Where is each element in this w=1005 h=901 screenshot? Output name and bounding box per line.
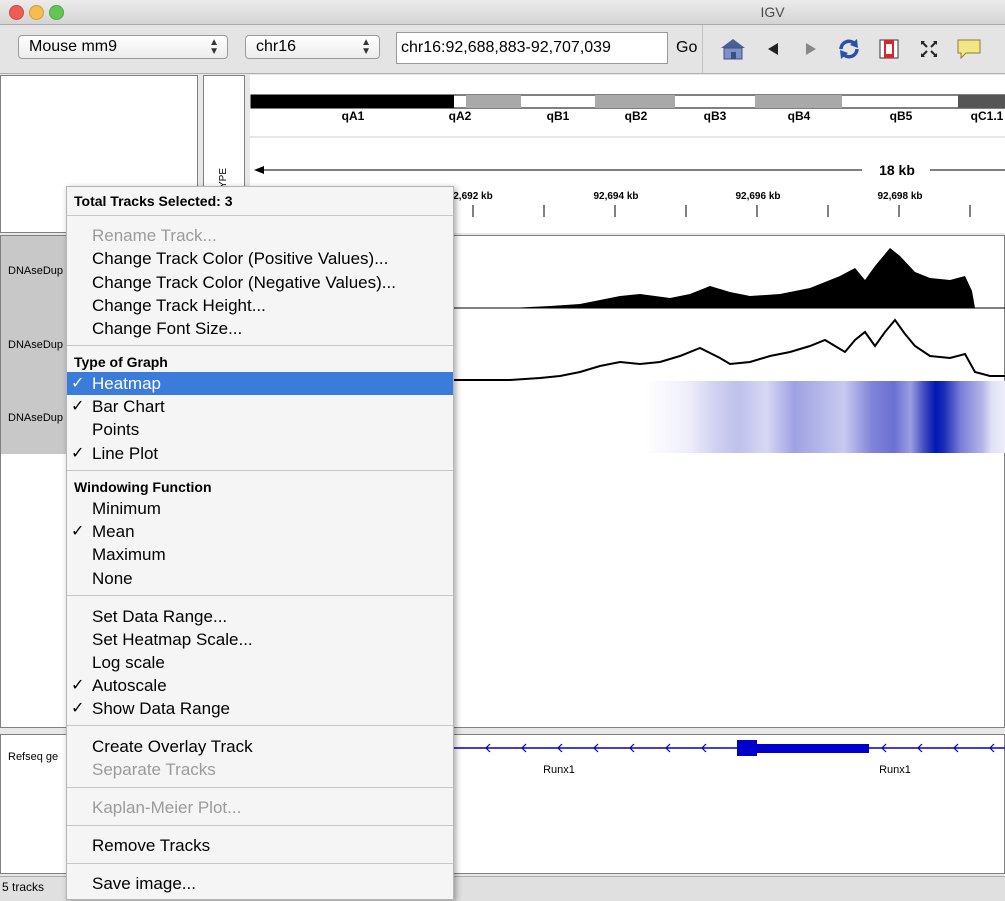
- cytoband-label-qb1: qB1: [547, 109, 570, 123]
- toolbar: Mouse mm9 ▲ ▼ chr16 ▲ ▼ chr16:92,688,883-9…: [0, 25, 1005, 74]
- resize-to-window-icon[interactable]: [916, 37, 942, 61]
- menu-separator: [67, 215, 453, 216]
- gene-utr: [757, 744, 869, 753]
- track-context-menu: Total Tracks Selected: 3 Rename Track...…: [66, 186, 454, 900]
- menu-separator: [67, 787, 453, 788]
- home-icon[interactable]: [720, 37, 746, 61]
- heatmap-track: [450, 381, 1005, 453]
- cytoband-label-qa1: qA1: [342, 109, 365, 123]
- separate-tracks-item: Separate Tracks: [92, 760, 216, 779]
- gene-label-1: Runx1: [543, 764, 575, 776]
- window-title: IGV: [760, 4, 785, 20]
- ruler-tick-label: 92,698 kb: [877, 191, 922, 202]
- popup-text-icon[interactable]: [956, 37, 982, 61]
- cytoband-label-qc1.1: qC1.1: [971, 109, 1004, 123]
- change-font-size-item[interactable]: Change Font Size...: [67, 317, 453, 340]
- refresh-icon[interactable]: [836, 37, 862, 61]
- menu-separator: [67, 345, 453, 346]
- title-bar: IGV: [0, 0, 1005, 25]
- line-plot-label: Line Plot: [92, 444, 159, 463]
- autoscale-item[interactable]: ✓ Autoscale: [67, 674, 453, 697]
- cytoband-label-qb4: qB4: [788, 109, 811, 123]
- create-overlay-track-item[interactable]: Create Overlay Track: [67, 735, 453, 758]
- maximum-item[interactable]: Maximum: [67, 543, 453, 566]
- heatmap-item[interactable]: ✓ Heatmap: [67, 372, 453, 395]
- check-icon: ✓: [71, 375, 85, 392]
- check-icon: ✓: [71, 677, 85, 694]
- genome-value: Mouse mm9: [29, 38, 118, 55]
- menu-separator: [67, 825, 453, 826]
- none-item[interactable]: None: [67, 567, 453, 590]
- track-count: 5 tracks: [2, 880, 45, 894]
- cytoband-qB2: [595, 95, 675, 108]
- back-icon[interactable]: [760, 37, 786, 61]
- check-icon: ✓: [71, 523, 85, 540]
- line-plot-item[interactable]: ✓ Line Plot: [67, 442, 453, 465]
- change-color-positive-item[interactable]: Change Track Color (Positive Values)...: [67, 247, 453, 270]
- show-data-range-label: Show Data Range: [92, 699, 230, 718]
- track-name-1[interactable]: DNAseDup: [8, 265, 63, 277]
- cytoband-qA2-gap: [466, 95, 521, 108]
- genome-dropdown[interactable]: Mouse mm9 ▲ ▼: [18, 35, 228, 59]
- cytoband-label-qb5: qB5: [890, 109, 913, 123]
- remove-tracks-item[interactable]: Remove Tracks: [67, 834, 453, 857]
- ruler-tick-label: 92,694 kb: [593, 191, 638, 202]
- mean-item[interactable]: ✓ Mean: [67, 520, 453, 543]
- chromosome-value: chr16: [256, 38, 297, 55]
- points-item[interactable]: Points: [67, 418, 453, 441]
- line-plot-track: [454, 318, 1005, 381]
- heatmap-label: Heatmap: [92, 374, 161, 393]
- bar-chart-track-area: [455, 248, 975, 308]
- menu-header: Total Tracks Selected: 3: [74, 193, 233, 209]
- gene-label-2: Runx1: [879, 764, 911, 776]
- attribute-header-label: YPE: [218, 168, 229, 189]
- set-heatmap-scale-item[interactable]: Set Heatmap Scale...: [67, 628, 453, 651]
- menu-separator: [67, 595, 453, 596]
- forward-icon[interactable]: [798, 37, 824, 61]
- menu-separator: [67, 725, 453, 726]
- cytoband-label-qb2: qB2: [625, 109, 648, 123]
- region-of-interest-icon[interactable]: [876, 37, 902, 61]
- minimum-item[interactable]: Minimum: [67, 497, 453, 520]
- log-scale-item[interactable]: Log scale: [67, 651, 453, 674]
- gene-exon: [737, 740, 757, 756]
- bar-chart-item[interactable]: ✓ Bar Chart: [67, 395, 453, 418]
- change-track-height-item[interactable]: Change Track Height...: [67, 294, 453, 317]
- toolbar-divider: [702, 25, 703, 73]
- menu-separator: [67, 863, 453, 864]
- kaplan-meier-plot-item: Kaplan-Meier Plot...: [92, 798, 242, 817]
- menu-separator: [67, 470, 453, 471]
- gene-track-plot[interactable]: Runx1 Runx1: [454, 735, 1005, 795]
- save-image-item[interactable]: Save image...: [67, 872, 453, 895]
- cytoband-qA1: [251, 95, 454, 108]
- gene-track-name[interactable]: Refseq ge: [8, 751, 58, 763]
- dropdown-arrows-icon: ▲ ▼: [209, 37, 219, 57]
- windowing-function-header: Windowing Function: [74, 479, 212, 495]
- span-label: 18 kb: [879, 162, 915, 178]
- track-name-3[interactable]: DNAseDup: [8, 412, 63, 424]
- set-data-range-item[interactable]: Set Data Range...: [67, 605, 453, 628]
- go-button[interactable]: Go: [676, 39, 697, 57]
- rename-track-item: Rename Track...: [92, 226, 217, 245]
- graph-type-header: Type of Graph: [74, 354, 168, 370]
- check-icon: ✓: [71, 398, 85, 415]
- dropdown-arrows-icon: ▲ ▼: [361, 37, 371, 57]
- cytoband-label-qb3: qB3: [704, 109, 727, 123]
- check-icon: ✓: [71, 700, 85, 717]
- locus-input[interactable]: chr16:92,688,883-92,707,039: [396, 32, 668, 64]
- bar-chart-label: Bar Chart: [92, 397, 165, 416]
- cytoband-qB4: [755, 95, 842, 108]
- chromosome-dropdown[interactable]: chr16 ▲ ▼: [245, 35, 380, 59]
- check-icon: ✓: [71, 445, 85, 462]
- cytoband-label-qa2: qA2: [449, 109, 472, 123]
- autoscale-label: Autoscale: [92, 676, 167, 695]
- change-color-negative-item[interactable]: Change Track Color (Negative Values)...: [67, 271, 453, 294]
- show-data-range-item[interactable]: ✓ Show Data Range: [67, 697, 453, 720]
- ruler-tick-label: 92,696 kb: [735, 191, 780, 202]
- mean-label: Mean: [92, 522, 135, 541]
- track-name-2[interactable]: DNAseDup: [8, 339, 63, 351]
- ruler-tick-label: 2,692 kb: [453, 191, 492, 202]
- cytoband-qC1: [958, 95, 1005, 108]
